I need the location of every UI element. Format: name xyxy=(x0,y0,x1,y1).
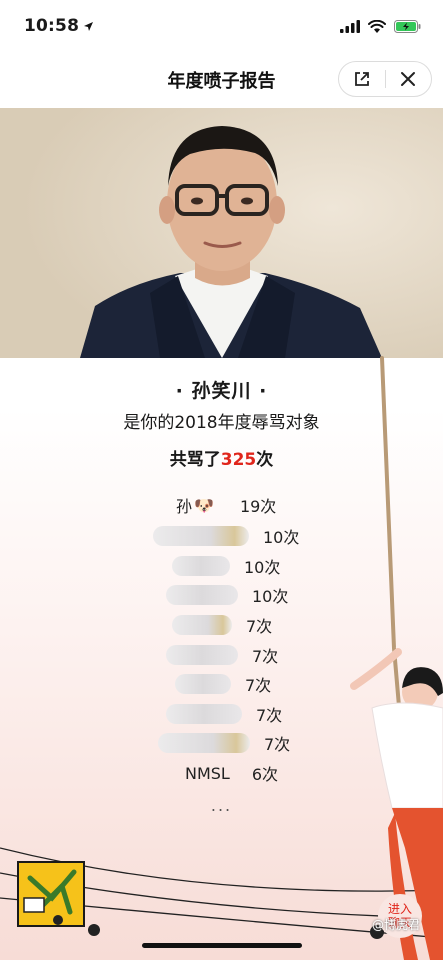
battery-charging-icon xyxy=(394,19,421,33)
share-button[interactable] xyxy=(339,62,385,96)
status-bar: 10:58 xyxy=(0,0,443,52)
status-time-group: 10:58 xyxy=(24,16,94,36)
enter-chat-label-line1: 进入 xyxy=(387,902,412,916)
close-button[interactable] xyxy=(386,62,432,96)
weibo-watermark: @博虎君 xyxy=(372,918,421,932)
mini-program-capsule xyxy=(338,61,432,97)
cellular-signal-icon xyxy=(340,19,360,33)
page-title: 年度喷子报告 xyxy=(167,71,276,92)
wifi-icon xyxy=(368,19,386,33)
status-time: 10:58 xyxy=(24,16,80,36)
close-icon xyxy=(401,72,416,86)
share-icon xyxy=(354,72,369,86)
location-arrow-icon xyxy=(84,21,94,31)
report-content: · 孙笑川 · 是你的2018年度辱骂对象 共骂了325次 孙 🐶 19次 10… xyxy=(0,108,443,960)
nav-bar: 年度喷子报告 xyxy=(0,52,443,108)
status-icons xyxy=(340,19,421,33)
home-indicator[interactable] xyxy=(142,943,302,948)
decorative-illustration xyxy=(0,356,443,960)
